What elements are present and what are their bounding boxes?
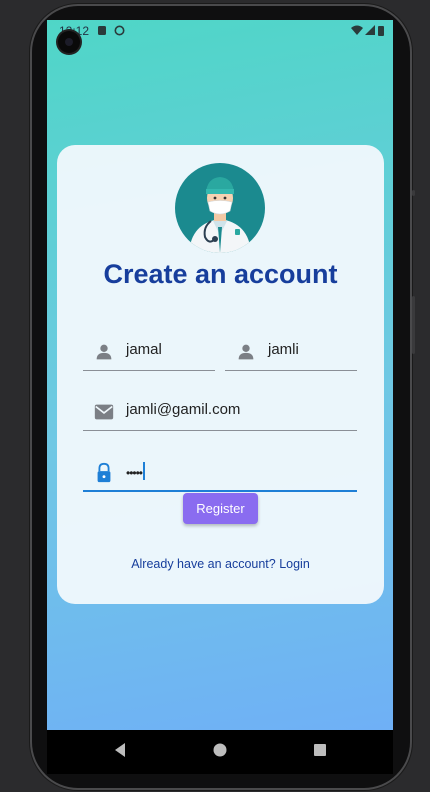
password-value: ••••• [126, 466, 143, 480]
recents-icon[interactable] [313, 742, 327, 758]
person-icon [96, 344, 112, 360]
last-name-value: jamli [268, 341, 299, 358]
power-button [412, 190, 415, 196]
person-icon [238, 344, 254, 360]
app-screen: 12:12 Create an account jamal jamli jaml… [47, 20, 393, 730]
doctor-icon [189, 177, 251, 253]
lock-icon [97, 462, 111, 483]
signup-card: Create an account jamal jamli jamli@gami… [57, 145, 384, 604]
navigation-bar [47, 730, 393, 774]
email-field[interactable]: jamli@gamil.com [83, 390, 357, 431]
first-name-value: jamal [126, 341, 162, 358]
home-icon[interactable] [213, 742, 227, 758]
last-name-field[interactable]: jamli [225, 330, 357, 371]
login-link[interactable]: Already have an account? Login [57, 557, 384, 571]
sync-icon [114, 25, 125, 36]
signal-icon [365, 25, 375, 35]
volume-button [412, 296, 415, 354]
battery-icon [378, 26, 384, 36]
page-title: Create an account [103, 259, 338, 289]
first-name-field[interactable]: jamal [83, 330, 215, 371]
doctor-avatar [175, 163, 265, 253]
email-value: jamli@gamil.com [126, 401, 241, 418]
front-camera [58, 31, 80, 53]
password-field[interactable]: ••••• [83, 450, 357, 492]
register-button[interactable]: Register [183, 493, 258, 524]
wifi-icon [351, 25, 363, 35]
text-cursor [143, 462, 145, 480]
back-icon[interactable] [113, 742, 127, 758]
mail-icon [94, 404, 114, 420]
status-bar: 12:12 [47, 20, 393, 42]
notification-icon [98, 26, 106, 35]
